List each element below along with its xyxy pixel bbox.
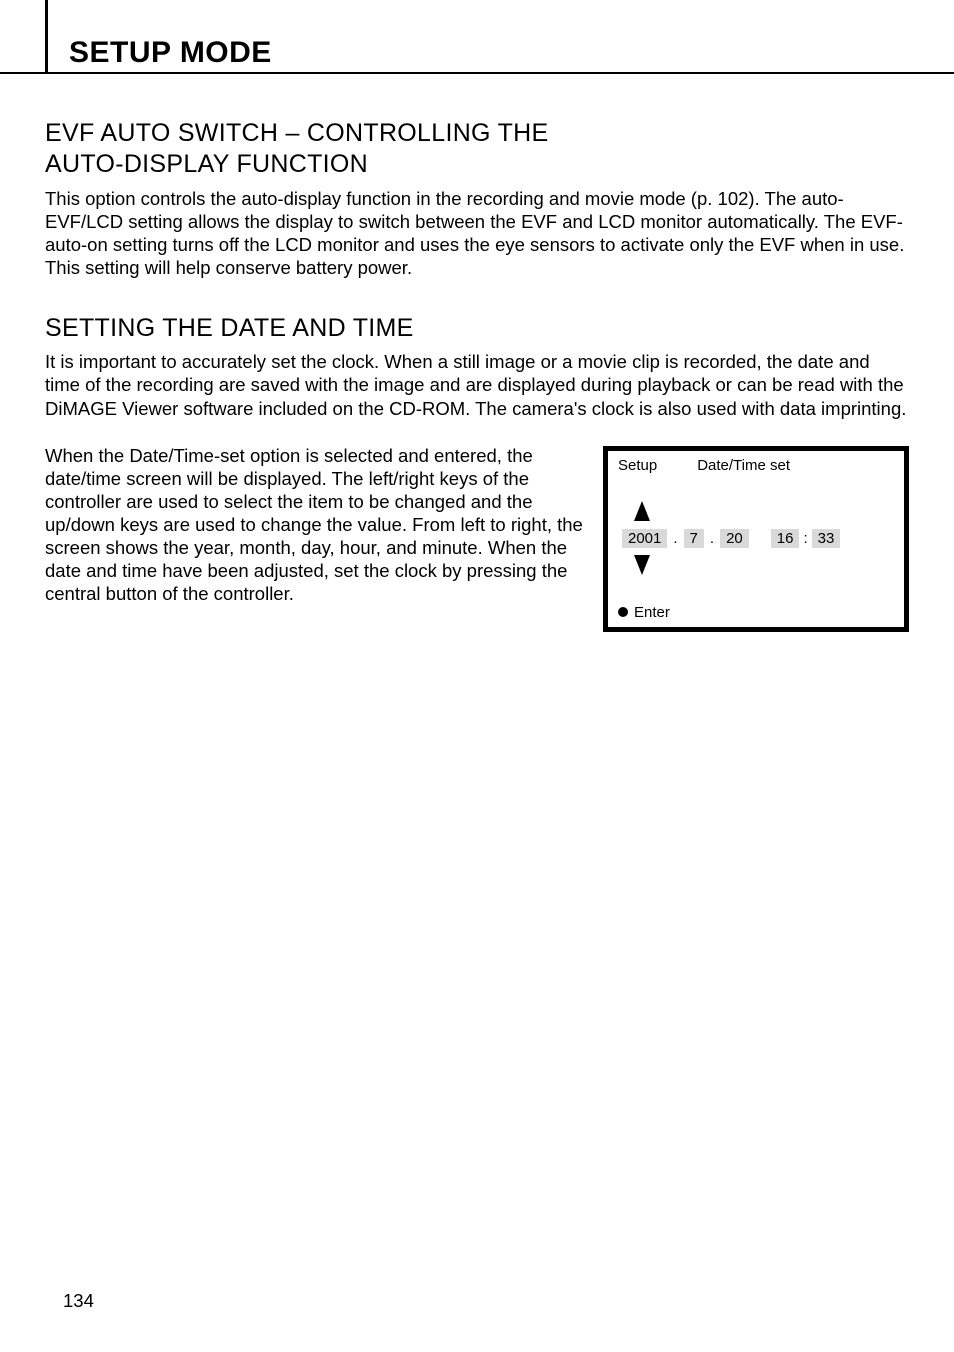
header-vertical-rule: [45, 0, 48, 74]
section2-paragraph1: It is important to accurately set the cl…: [45, 350, 909, 419]
lcd-year: 2001: [622, 529, 667, 548]
lcd-footer: Enter: [618, 604, 670, 621]
lcd-dot2: .: [710, 530, 714, 547]
bullet-icon: [618, 607, 628, 617]
header-horizontal-rule: [0, 72, 954, 74]
lcd-datetime-row: 2001 . 7 . 20 16 : 33: [608, 529, 904, 548]
heading-line1: EVF AUTO SWITCH – CONTROLLING THE: [45, 119, 549, 147]
section-heading-datetime: SETTING THE DATE AND TIME: [45, 313, 909, 344]
lcd-screen-figure: Setup Date/Time set 2001 . 7 . 20 16 :: [603, 446, 909, 632]
lcd-header: Setup Date/Time set: [608, 451, 904, 474]
heading-line2: AUTO-DISPLAY FUNCTION: [45, 150, 368, 178]
lcd-title: Date/Time set: [697, 457, 790, 474]
lcd-minute: 33: [812, 529, 841, 548]
arrow-down-icon: [634, 555, 650, 575]
lcd-dot1: .: [673, 530, 677, 547]
lcd-colon: :: [803, 530, 807, 547]
page-number: 134: [63, 1290, 94, 1312]
lcd-enter-label: Enter: [634, 604, 670, 621]
lcd-month: 7: [684, 529, 704, 548]
lcd-hour: 16: [771, 529, 800, 548]
section-heading-evf: EVF AUTO SWITCH – CONTROLLING THE AUTO-D…: [45, 118, 909, 181]
lcd-day: 20: [720, 529, 749, 548]
page-header-title: SETUP MODE: [69, 36, 909, 70]
arrow-up-icon: [634, 501, 650, 521]
lcd-setup-label: Setup: [618, 457, 657, 474]
section1-paragraph: This option controls the auto-display fu…: [45, 187, 909, 280]
